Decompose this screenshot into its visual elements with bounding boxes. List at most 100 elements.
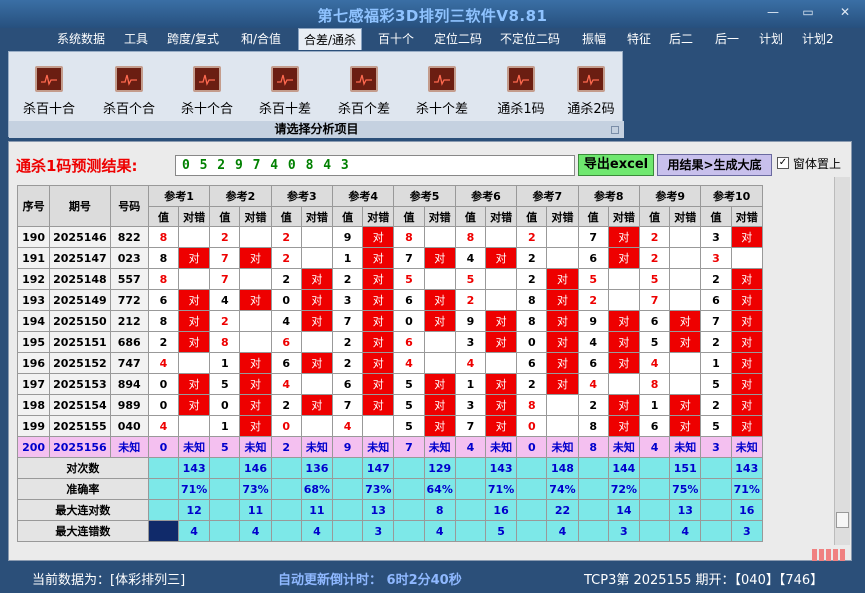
ref-check: 对 <box>730 226 764 248</box>
tool-label: 杀百个差 <box>337 102 390 117</box>
panel-expand-icon[interactable] <box>611 126 619 134</box>
ref-check <box>300 331 334 353</box>
close-button[interactable]: ✕ <box>834 5 856 19</box>
vertical-scrollbar[interactable] <box>834 177 850 545</box>
ref-value: 8 <box>516 289 548 311</box>
ref-check: 对 <box>607 310 640 332</box>
menu-item-5[interactable]: 合差/通杀 <box>298 28 363 50</box>
ref-value: 2 <box>700 268 732 290</box>
menu-item-10[interactable]: 特征 <box>627 30 651 47</box>
table-row[interactable]: 199 2025155 040 4 1 对 0 4 5 对 7 对 0 8 对 6 对 5 对 <box>16 415 764 437</box>
tool-button-7[interactable]: 通杀1码 <box>486 66 556 117</box>
ref-check: 未知 <box>730 436 764 458</box>
ref-value: 1 <box>454 373 486 395</box>
row-seq: 193 <box>16 289 51 311</box>
ref-value: 7 <box>638 289 671 311</box>
stat-spacer <box>332 520 364 542</box>
tool-button-3[interactable]: 杀十个合 <box>172 66 242 117</box>
table-row[interactable]: 192 2025148 557 8 7 2 对 2 对 5 5 2 对 5 5 2 对 <box>16 268 764 290</box>
value-subheader: 值 <box>209 206 241 227</box>
row-code: 212 <box>109 310 149 332</box>
tool-button-2[interactable]: 杀百个合 <box>94 66 164 117</box>
ref-value: 6 <box>332 373 364 395</box>
table-row[interactable]: 193 2025149 772 6 对 4 对 0 对 3 对 6 对 2 8 对 2 7 6 对 <box>16 289 764 311</box>
export-excel-button[interactable]: 导出excel <box>578 154 654 176</box>
restore-button[interactable]: ▭ <box>797 5 819 19</box>
minimize-button[interactable]: — <box>762 5 784 19</box>
table-row[interactable]: 200 2025156 未知 0 未知 5 未知 2 未知 9 未知 7 未知 4 未知 0 未知 8 未知 4 未知 3… <box>16 436 764 458</box>
table-row[interactable]: 190 2025146 822 8 2 2 9 对 8 8 2 7 对 2 3 对 <box>16 226 764 248</box>
ref-check: 对 <box>178 373 211 395</box>
table-row[interactable]: 197 2025153 894 0 对 5 对 4 6 对 5 对 1 对 2 对 4 8 5 对 <box>16 373 764 395</box>
ref-value: 2 <box>516 373 548 395</box>
ref-value: 5 <box>209 436 241 458</box>
menu-item-14[interactable]: 计划2 <box>802 30 834 47</box>
ref-check: 对 <box>730 310 764 332</box>
menu-item-1[interactable]: 系统数据 <box>57 30 105 47</box>
ontop-checkbox[interactable]: ✓ <box>777 157 789 169</box>
row-seq: 190 <box>16 226 51 248</box>
tool-label: 杀百个合 <box>102 102 155 117</box>
ref-check: 对 <box>300 310 334 332</box>
stat-value: 151 <box>669 457 702 479</box>
row-code: 989 <box>109 394 149 416</box>
menu-item-6[interactable]: 百十个 <box>378 30 414 47</box>
stat-spacer <box>700 499 732 521</box>
ref-check: 对 <box>423 247 456 269</box>
table-row[interactable]: 196 2025152 747 4 1 对 6 对 2 对 4 4 6 对 6 对 4 1 对 <box>16 352 764 374</box>
tool-button-5[interactable]: 杀百个差 <box>329 66 399 117</box>
check-subheader: 对错 <box>362 206 395 227</box>
stat-value: 75% <box>669 478 702 500</box>
stat-value: 4 <box>178 520 211 542</box>
menu-item-9[interactable]: 振幅 <box>582 30 606 47</box>
ref-value: 6 <box>516 352 548 374</box>
stat-row: 准确率 71% 73% 68% 73% 64% 71% 74% 72% 75% 71% <box>17 478 764 500</box>
ref-value: 5 <box>454 268 486 290</box>
tool-button-1[interactable]: 杀百十合 <box>14 66 84 117</box>
ref-value: 4 <box>454 247 486 269</box>
stat-spacer <box>209 478 241 500</box>
update-countdown: 自动更新倒计时： 6时2分40秒 <box>278 573 462 588</box>
row-seq: 196 <box>16 352 51 374</box>
table-row[interactable]: 195 2025151 686 2 对 8 6 2 对 6 3 对 0 对 4 对 5 对 2 对 <box>16 331 764 353</box>
menu-item-7[interactable]: 定位二码 <box>434 30 482 47</box>
ref-value: 2 <box>516 268 548 290</box>
ref-header-5: 参考5 <box>393 185 456 207</box>
ref-value: 4 <box>577 331 609 353</box>
ref-header-9: 参考9 <box>638 185 702 207</box>
stat-spacer <box>209 499 241 521</box>
table-row[interactable]: 194 2025150 212 8 对 2 4 对 7 对 0 对 9 对 8 对 9 对 6 对 7 对 <box>16 310 764 332</box>
ref-value: 3 <box>332 289 364 311</box>
stat-value: 13 <box>362 499 395 521</box>
menu-item-12[interactable]: 后一 <box>715 30 739 47</box>
ref-check: 对 <box>546 331 579 353</box>
menu-item-3[interactable]: 跨度/复式 <box>167 30 219 47</box>
ref-value: 1 <box>332 247 364 269</box>
tool-button-8[interactable]: 通杀2码 <box>556 66 626 117</box>
stat-value: 143 <box>484 457 518 479</box>
menu-item-13[interactable]: 计划 <box>759 30 783 47</box>
table-row[interactable]: 198 2025154 989 0 对 0 对 2 对 7 对 5 对 3 对 8 2 对 1 对 2 对 <box>16 394 764 416</box>
stat-label: 最大连错数 <box>17 520 149 542</box>
menu-item-11[interactable]: 后二 <box>669 30 693 47</box>
scrollbar-thumb[interactable] <box>836 512 849 528</box>
title-bar: 第七感福彩3D排列三软件V8.81 — ▭ ✕ <box>0 0 865 28</box>
ref-value: 8 <box>209 331 241 353</box>
value-subheader: 值 <box>454 206 486 227</box>
ref-value: 3 <box>700 436 732 458</box>
ref-value: 7 <box>454 415 486 437</box>
ref-check <box>423 226 456 248</box>
check-subheader: 对错 <box>178 206 211 227</box>
menu-item-4[interactable]: 和/合值 <box>241 30 281 47</box>
stat-value: 14 <box>607 499 640 521</box>
tool-button-4[interactable]: 杀百十差 <box>250 66 320 117</box>
ref-check: 对 <box>484 247 518 269</box>
ref-value: 8 <box>147 268 180 290</box>
tool-button-6[interactable]: 杀十个差 <box>407 66 477 117</box>
prediction-value-field[interactable]: 0 5 2 9 7 4 0 8 4 3 <box>175 155 575 176</box>
table-row[interactable]: 191 2025147 023 8 对 7 对 2 1 对 7 对 4 对 2 6 对 2 3 <box>16 247 764 269</box>
menu-item-2[interactable]: 工具 <box>124 30 148 47</box>
ref-value: 0 <box>147 436 180 458</box>
menu-item-8[interactable]: 不定位二码 <box>500 30 560 47</box>
generate-base-button[interactable]: 用结果>生成大底 <box>657 154 772 176</box>
